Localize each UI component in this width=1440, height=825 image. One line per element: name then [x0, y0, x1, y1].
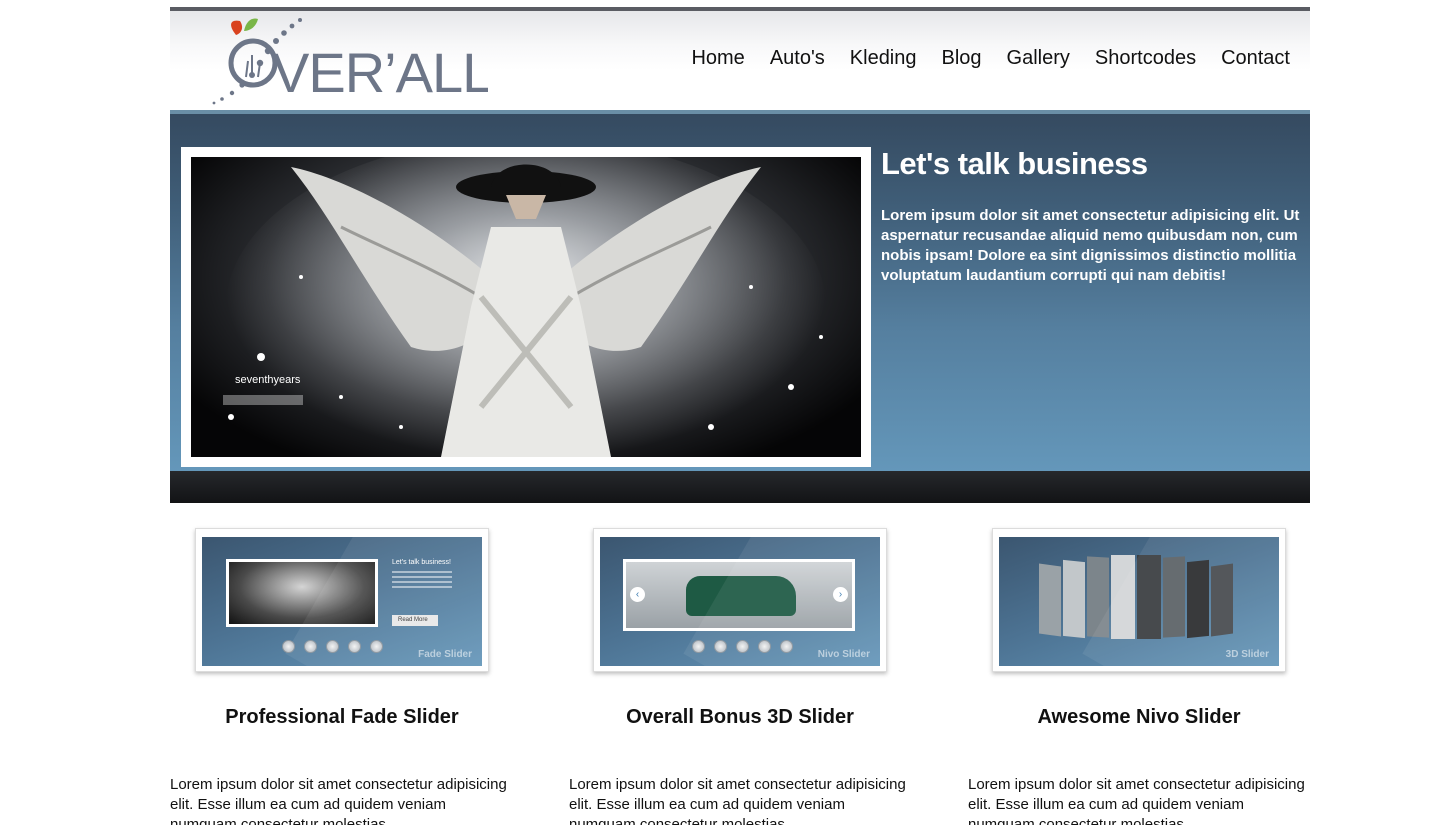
thumb-car-image	[626, 562, 852, 628]
feature-nivo-slider: 3D Slider Awesome Nivo Slider Lorem ipsu…	[949, 528, 1329, 825]
thumb-label: Fade Slider	[418, 649, 472, 660]
thumb-preview: ‹ › Nivo Slider	[600, 537, 880, 666]
hero-slider-frame: seventhyears	[181, 147, 871, 467]
angel-figure-illustration: seventhyears	[223, 157, 826, 457]
site-header: VER’ALL Home Auto's Kleding Blog Gallery…	[170, 7, 1310, 110]
feature-title: Professional Fade Slider	[225, 706, 459, 728]
chevron-right-icon[interactable]: ›	[833, 587, 848, 602]
main-nav: Home Auto's Kleding Blog Gallery Shortco…	[666, 47, 1290, 70]
feature-text: Lorem ipsum dolor sit amet consectetur a…	[968, 776, 1305, 825]
thumb-pager-dots	[692, 640, 793, 653]
feature-thumb[interactable]: Let's talk business! Read More Fade Slid…	[195, 528, 489, 672]
thumb-label: 3D Slider	[1225, 649, 1269, 660]
thumb-mini-title: Let's talk business!	[392, 559, 451, 566]
feature-text: Lorem ipsum dolor sit amet consectetur a…	[170, 776, 507, 825]
feature-text: Lorem ipsum dolor sit amet consectetur a…	[569, 776, 906, 825]
logo-leaf-red-icon	[231, 20, 243, 35]
thumb-mini-button: Read More	[392, 615, 438, 626]
logo-grass-icon	[245, 55, 261, 78]
hero-banner: seventhyears Let's talk business Lorem i…	[170, 110, 1310, 471]
feature-thumb[interactable]: 3D Slider	[992, 528, 1286, 672]
thumb-3d-panels	[1039, 553, 1239, 643]
hero-image-watermark: seventhyears	[235, 374, 301, 386]
site-logo[interactable]: VER’ALL	[208, 13, 488, 105]
feature-3d-slider: ‹ › Nivo Slider Overall Bonus 3D Slider …	[550, 528, 930, 825]
nav-shortcodes[interactable]: Shortcodes	[1095, 47, 1196, 70]
hero-slide-image[interactable]: seventhyears	[191, 157, 861, 457]
hero-text-block: Let's talk business Lorem ipsum dolor si…	[881, 146, 1301, 286]
feature-title: Awesome Nivo Slider	[1037, 706, 1241, 728]
feature-fade-slider: Let's talk business! Read More Fade Slid…	[152, 528, 532, 825]
thumb-mini-frame	[226, 559, 378, 627]
thumb-pager-dots	[282, 640, 383, 653]
logo-leaf-green-icon	[244, 18, 258, 31]
feature-thumb[interactable]: ‹ › Nivo Slider	[593, 528, 887, 672]
nav-blog[interactable]: Blog	[942, 47, 982, 70]
nav-gallery[interactable]: Gallery	[1007, 47, 1070, 70]
thumb-label: Nivo Slider	[817, 649, 870, 660]
nav-home[interactable]: Home	[691, 47, 744, 70]
hero-body: Lorem ipsum dolor sit amet consectetur a…	[881, 207, 1300, 284]
nav-kleding[interactable]: Kleding	[850, 47, 917, 70]
hero-bottom-bar	[170, 471, 1310, 503]
thumb-mini-image	[229, 562, 375, 624]
thumb-mini-frame	[623, 559, 855, 631]
thumb-preview: Let's talk business! Read More Fade Slid…	[202, 537, 482, 666]
feature-title: Overall Bonus 3D Slider	[626, 706, 854, 728]
thumb-preview: 3D Slider	[999, 537, 1279, 666]
hero-title: Let's talk business	[881, 146, 1148, 181]
logo-text: VER’ALL	[272, 41, 488, 104]
nav-autos[interactable]: Auto's	[770, 47, 825, 70]
nav-contact[interactable]: Contact	[1221, 47, 1290, 70]
chevron-left-icon[interactable]: ‹	[630, 587, 645, 602]
